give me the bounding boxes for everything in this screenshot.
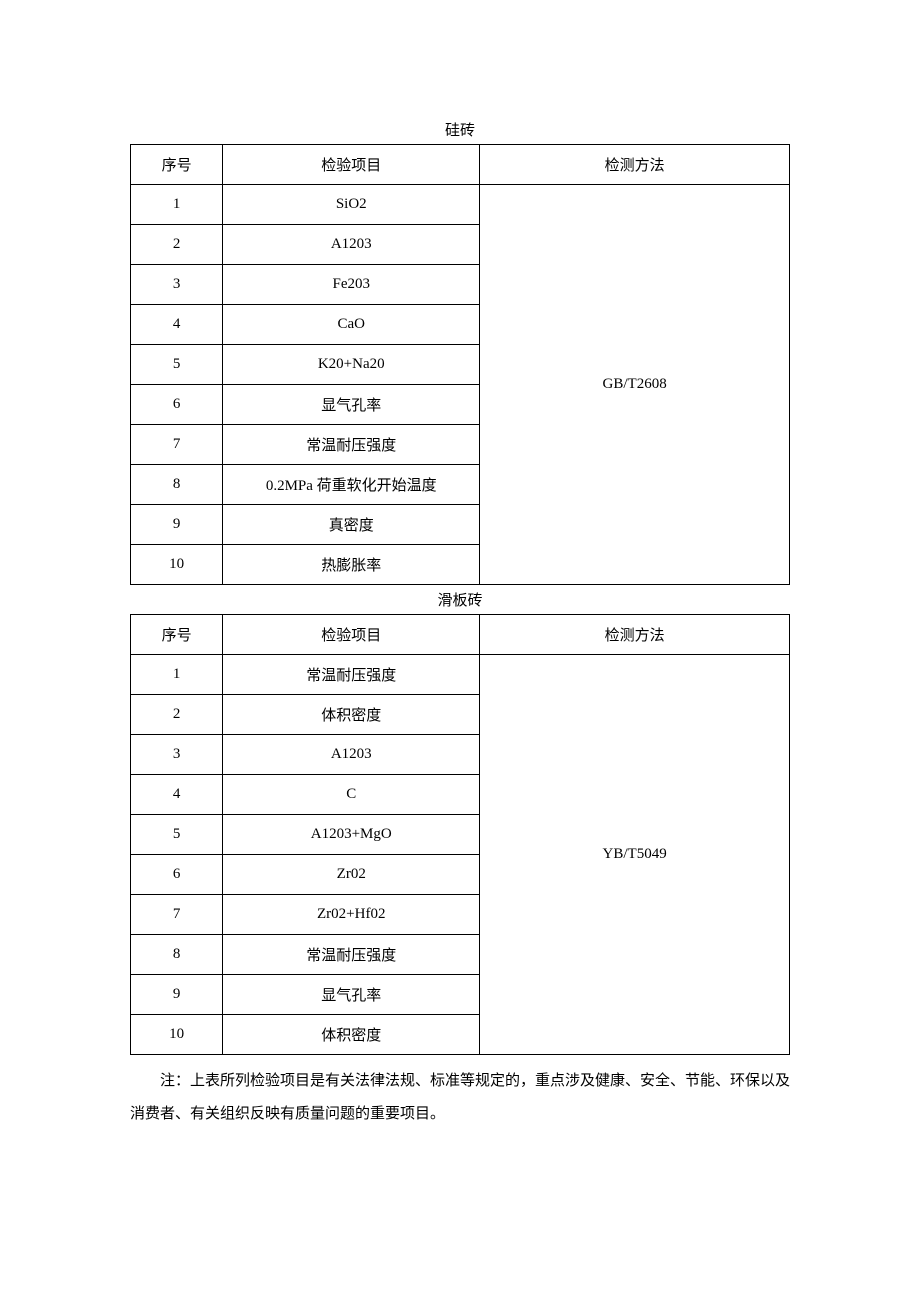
col-header-item: 检验项目 bbox=[223, 615, 480, 655]
cell-no: 10 bbox=[131, 545, 223, 585]
table-1: 序号 检验项目 检测方法 1 SiO2 GB/T2608 2 A1203 3 F… bbox=[130, 144, 790, 585]
cell-item: Zr02+Hf02 bbox=[223, 895, 480, 935]
cell-no: 1 bbox=[131, 655, 223, 695]
cell-no: 6 bbox=[131, 855, 223, 895]
cell-item: A1203 bbox=[223, 225, 480, 265]
cell-item: Zr02 bbox=[223, 855, 480, 895]
cell-item: C bbox=[223, 775, 480, 815]
cell-no: 7 bbox=[131, 895, 223, 935]
table-1-caption: 硅砖 bbox=[130, 119, 790, 140]
col-header-no: 序号 bbox=[131, 145, 223, 185]
cell-no: 3 bbox=[131, 735, 223, 775]
cell-no: 3 bbox=[131, 265, 223, 305]
cell-item: K20+Na20 bbox=[223, 345, 480, 385]
cell-no: 10 bbox=[131, 1015, 223, 1055]
cell-no: 2 bbox=[131, 695, 223, 735]
cell-item: 常温耐压强度 bbox=[223, 935, 480, 975]
cell-item: 常温耐压强度 bbox=[223, 425, 480, 465]
cell-item: 体积密度 bbox=[223, 1015, 480, 1055]
cell-no: 8 bbox=[131, 465, 223, 505]
cell-item: 体积密度 bbox=[223, 695, 480, 735]
cell-no: 4 bbox=[131, 775, 223, 815]
cell-item: 0.2MPa 荷重软化开始温度 bbox=[223, 465, 480, 505]
cell-item: 真密度 bbox=[223, 505, 480, 545]
cell-no: 7 bbox=[131, 425, 223, 465]
table-2: 序号 检验项目 检测方法 1 常温耐压强度 YB/T5049 2 体积密度 3 … bbox=[130, 614, 790, 1055]
cell-no: 5 bbox=[131, 345, 223, 385]
cell-method: GB/T2608 bbox=[480, 185, 790, 585]
cell-item: 显气孔率 bbox=[223, 385, 480, 425]
cell-item: CaO bbox=[223, 305, 480, 345]
table-2-caption: 滑板砖 bbox=[130, 589, 790, 610]
cell-item: A1203+MgO bbox=[223, 815, 480, 855]
cell-no: 4 bbox=[131, 305, 223, 345]
col-header-method: 检测方法 bbox=[480, 145, 790, 185]
table-row: 序号 检验项目 检测方法 bbox=[131, 615, 790, 655]
col-header-method: 检测方法 bbox=[480, 615, 790, 655]
cell-item: SiO2 bbox=[223, 185, 480, 225]
cell-item: 热膨胀率 bbox=[223, 545, 480, 585]
cell-no: 5 bbox=[131, 815, 223, 855]
col-header-no: 序号 bbox=[131, 615, 223, 655]
cell-item: Fe203 bbox=[223, 265, 480, 305]
cell-item: 显气孔率 bbox=[223, 975, 480, 1015]
cell-no: 8 bbox=[131, 935, 223, 975]
table-row: 1 常温耐压强度 YB/T5049 bbox=[131, 655, 790, 695]
col-header-item: 检验项目 bbox=[223, 145, 480, 185]
cell-no: 1 bbox=[131, 185, 223, 225]
cell-no: 6 bbox=[131, 385, 223, 425]
cell-no: 2 bbox=[131, 225, 223, 265]
footnote: 注：上表所列检验项目是有关法律法规、标准等规定的，重点涉及健康、安全、节能、环保… bbox=[130, 1065, 790, 1131]
cell-item: A1203 bbox=[223, 735, 480, 775]
table-row: 1 SiO2 GB/T2608 bbox=[131, 185, 790, 225]
table-row: 序号 检验项目 检测方法 bbox=[131, 145, 790, 185]
cell-method: YB/T5049 bbox=[480, 655, 790, 1055]
cell-item: 常温耐压强度 bbox=[223, 655, 480, 695]
cell-no: 9 bbox=[131, 505, 223, 545]
cell-no: 9 bbox=[131, 975, 223, 1015]
